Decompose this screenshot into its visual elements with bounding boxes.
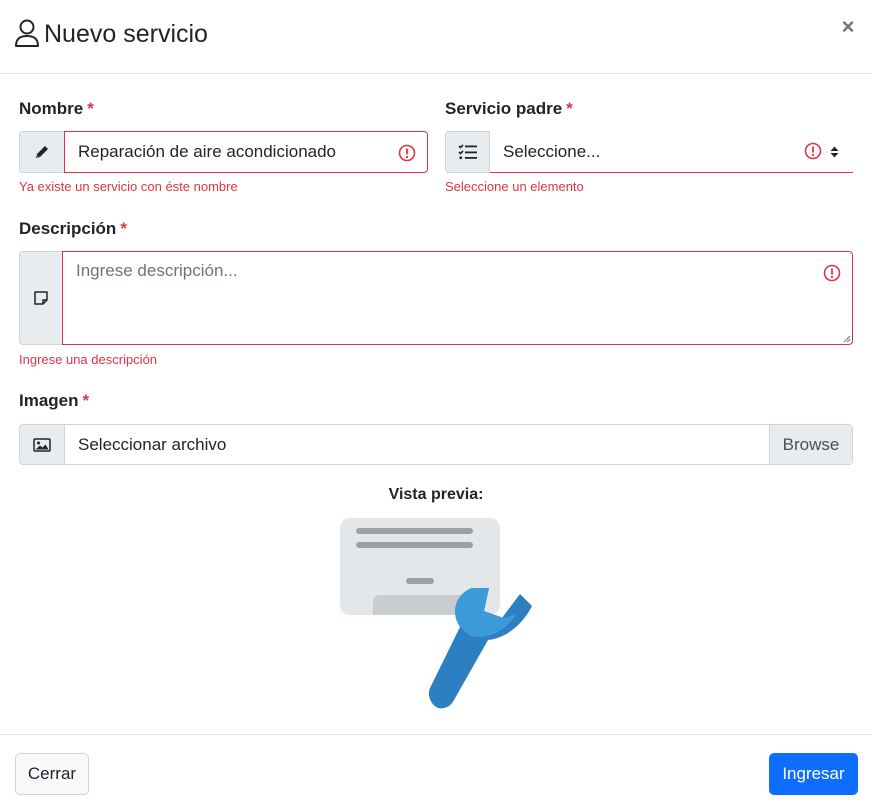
nombre-input[interactable]: Reparación de aire acondicionado bbox=[64, 131, 428, 173]
descripcion-label-text: Descripción bbox=[19, 219, 117, 238]
browse-button[interactable]: Browse bbox=[769, 425, 852, 464]
user-icon bbox=[15, 19, 39, 47]
nombre-label-text: Nombre bbox=[19, 99, 84, 118]
descripcion-label: Descripción * bbox=[19, 219, 127, 239]
modal-title: Nuevo servicio bbox=[14, 18, 208, 50]
nombre-label: Nombre * bbox=[19, 99, 94, 119]
imagen-label-text: Imagen bbox=[19, 391, 79, 410]
close-icon[interactable]: × bbox=[838, 16, 858, 38]
imagen-addon bbox=[19, 424, 65, 465]
required-mark: * bbox=[82, 391, 90, 410]
resize-handle-icon[interactable] bbox=[843, 335, 851, 343]
descripcion-error: Ingrese una descripción bbox=[19, 352, 158, 367]
modal-footer: Cerrar Ingresar bbox=[0, 734, 872, 809]
nombre-error: Ya existe un servicio con éste nombre bbox=[19, 179, 238, 194]
ingresar-button[interactable]: Ingresar bbox=[769, 753, 858, 795]
list-check-icon bbox=[457, 144, 477, 159]
imagen-file-text: Seleccionar archivo bbox=[78, 434, 227, 454]
nombre-addon bbox=[19, 131, 65, 173]
sticky-note-icon bbox=[34, 291, 48, 305]
ac-repair-preview-image bbox=[340, 518, 532, 709]
servicio-padre-addon bbox=[445, 131, 490, 173]
error-icon bbox=[823, 264, 841, 282]
servicio-padre-select[interactable]: Seleccione... bbox=[490, 131, 853, 173]
nombre-input-value: Reparación de aire acondicionado bbox=[78, 142, 337, 161]
imagen-label: Imagen * bbox=[19, 391, 89, 411]
servicio-padre-selected: Seleccione... bbox=[503, 141, 601, 161]
required-mark: * bbox=[566, 99, 573, 118]
pencil-icon bbox=[36, 146, 48, 158]
servicio-padre-label: Servicio padre * bbox=[445, 99, 573, 119]
descripcion-placeholder: Ingrese descripción... bbox=[76, 261, 238, 280]
error-icon bbox=[398, 144, 416, 162]
servicio-padre-label-text: Servicio padre bbox=[445, 99, 563, 118]
sort-caret-icon bbox=[830, 146, 839, 158]
preview-label: Vista previa: bbox=[388, 486, 484, 503]
imagen-file-input[interactable]: Seleccionar archivo Browse bbox=[64, 424, 853, 465]
servicio-padre-error: Seleccione un elemento bbox=[445, 179, 584, 194]
descripcion-textarea[interactable]: Ingrese descripción... bbox=[62, 251, 853, 345]
cerrar-button[interactable]: Cerrar bbox=[15, 753, 89, 795]
modal-title-text: Nuevo servicio bbox=[44, 19, 208, 48]
required-mark: * bbox=[120, 219, 127, 238]
modal-header: Nuevo servicio × bbox=[0, 0, 872, 74]
image-icon bbox=[33, 437, 51, 452]
descripcion-addon bbox=[19, 251, 63, 345]
required-mark: * bbox=[87, 99, 94, 118]
error-icon bbox=[804, 142, 822, 160]
